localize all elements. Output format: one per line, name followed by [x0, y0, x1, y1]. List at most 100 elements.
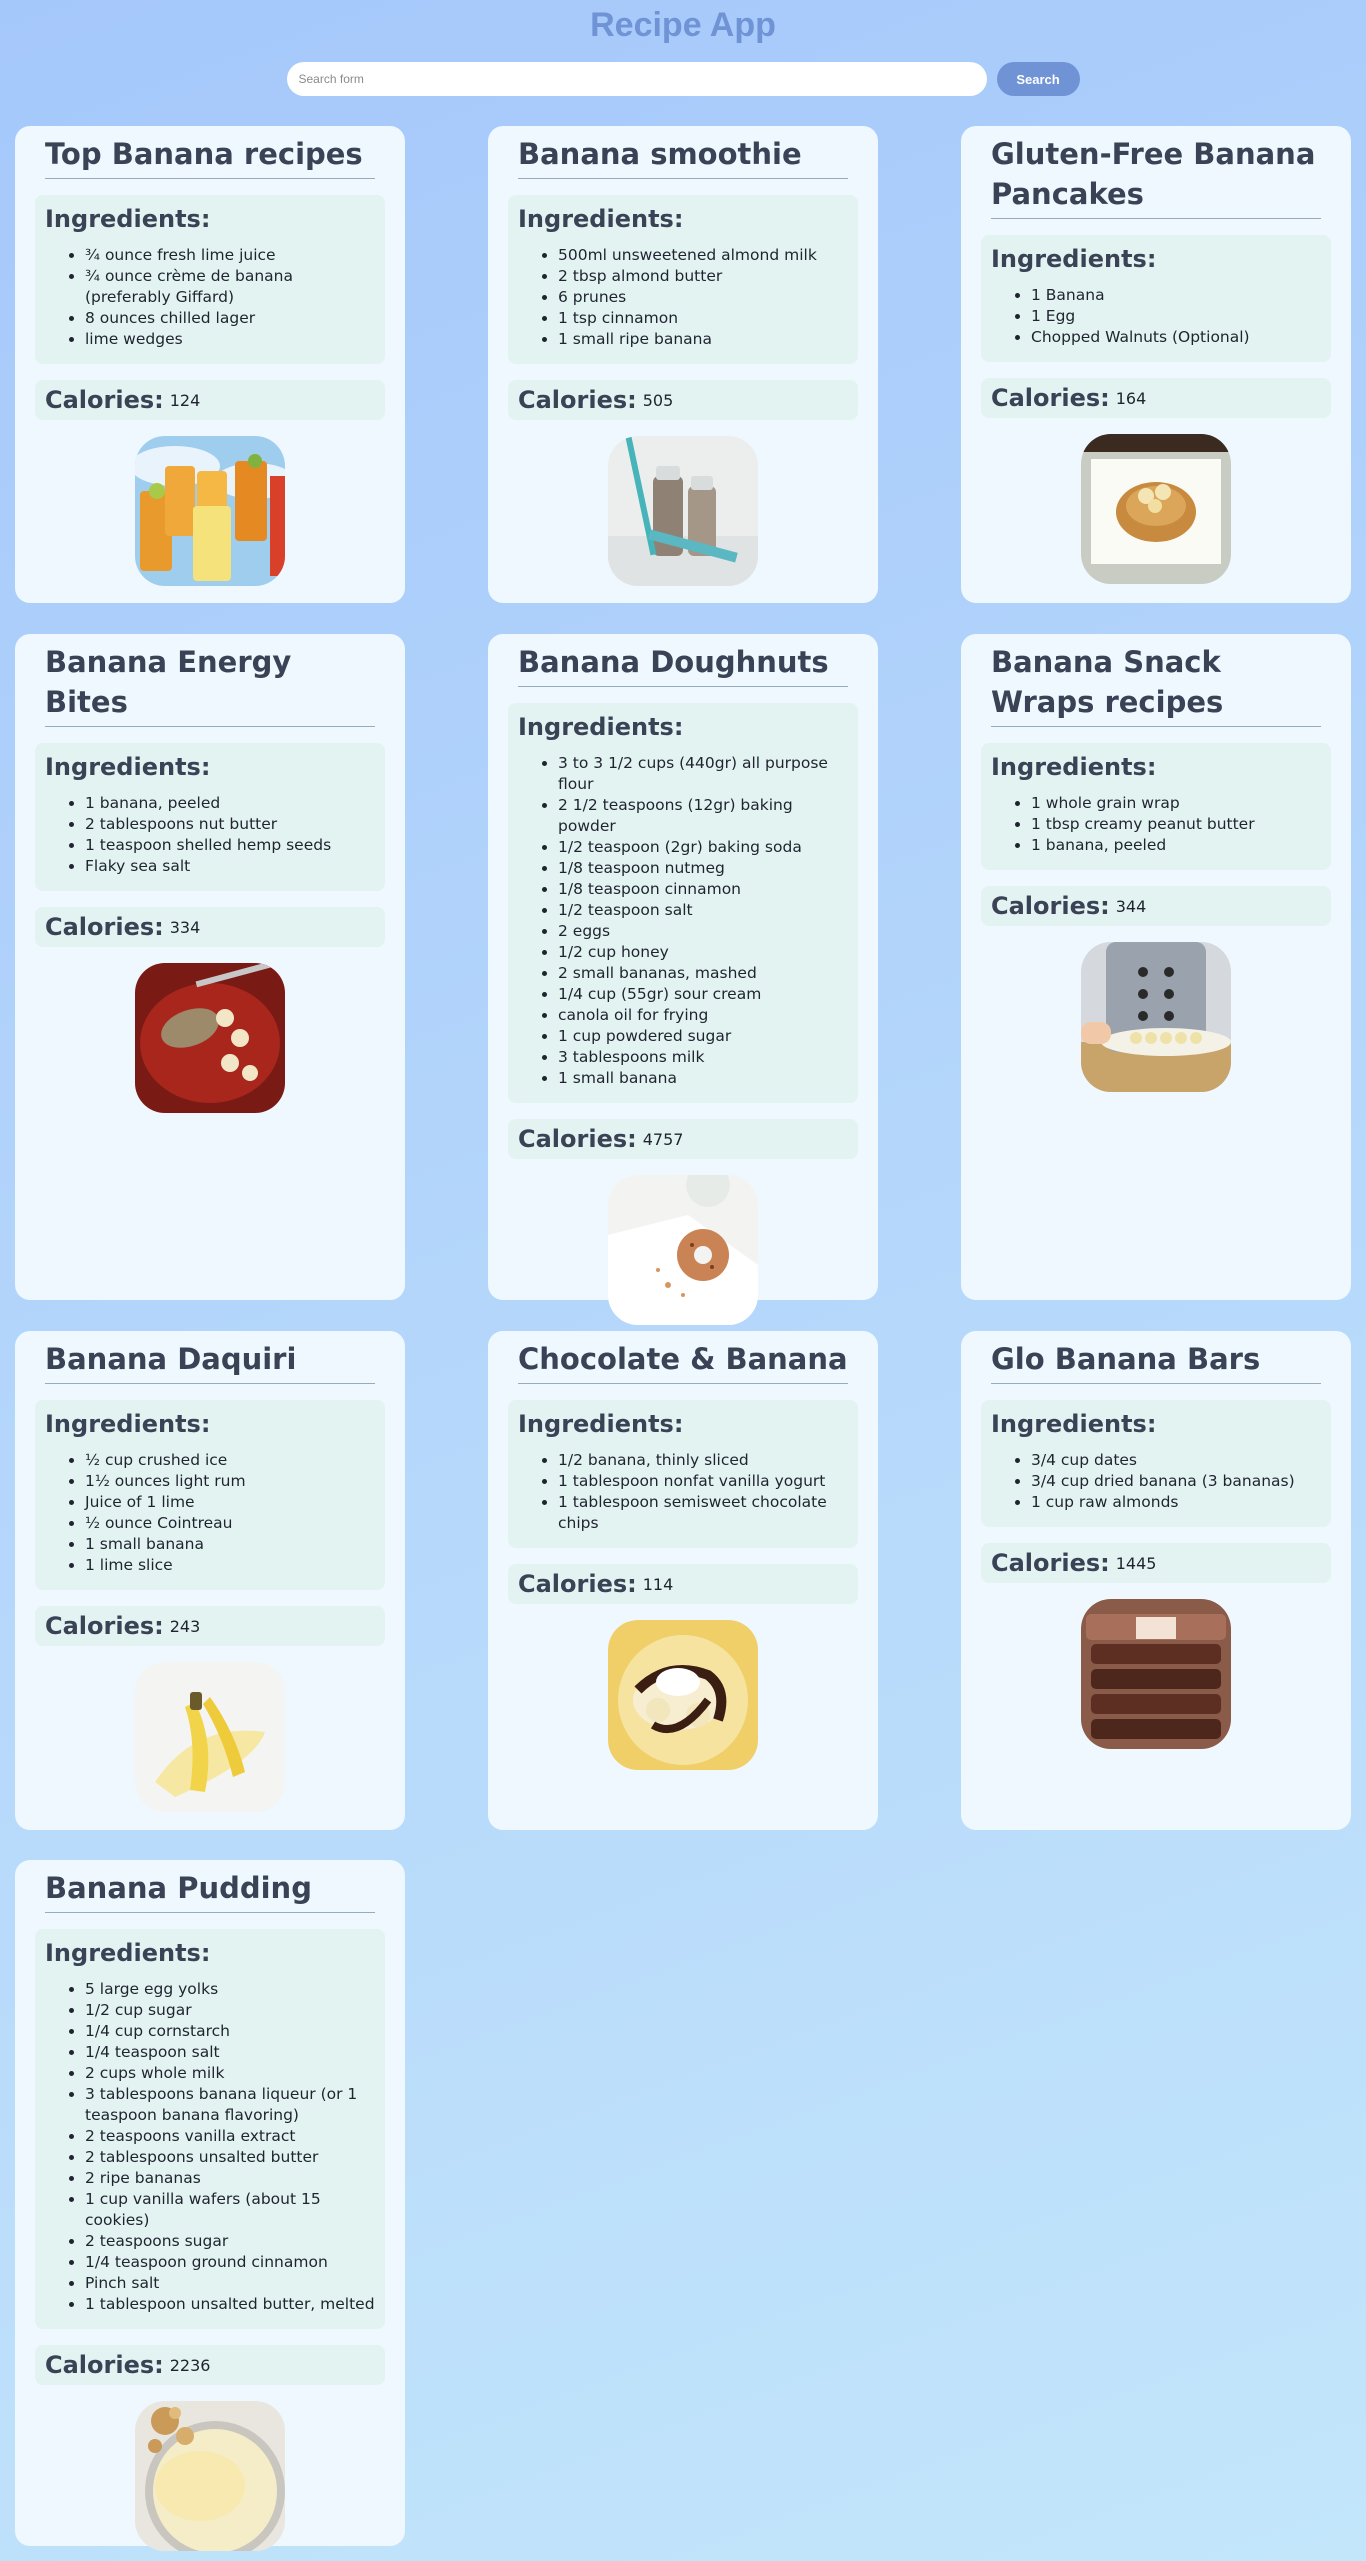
recipe-card: Gluten-Free Banana Pancakes Ingredients:… [961, 126, 1351, 603]
calories-value: 243 [169, 1616, 201, 1636]
ingredient-item: 1 tablespoon semisweet chocolate chips [558, 1492, 848, 1534]
ingredients-list: 5 large egg yolks 1/2 cup sugar 1/4 cup … [45, 1979, 375, 2315]
ingredient-item: 1 Banana [1031, 285, 1321, 306]
ingredient-item: 2 cups whole milk [85, 2063, 375, 2084]
ingredient-item: 1/8 teaspoon cinnamon [558, 879, 848, 900]
calories-value: 124 [169, 390, 201, 410]
ingredient-item: 3 to 3 1/2 cups (440gr) all purpose flou… [558, 753, 848, 795]
calories-label: Calories: [991, 384, 1110, 412]
ingredient-item: canola oil for frying [558, 1005, 848, 1026]
ingredients-list: ½ cup crushed ice 1½ ounces light rum Ju… [45, 1450, 375, 1576]
recipe-title: Banana Doughnuts [518, 642, 848, 687]
ingredient-item: 2 small bananas, mashed [558, 963, 848, 984]
ingredient-item: 1 tbsp creamy peanut butter [1031, 814, 1321, 835]
calories-value: 4757 [642, 1129, 684, 1149]
ingredient-item: 1 small ripe banana [558, 329, 848, 350]
ingredient-item: 8 ounces chilled lager [85, 308, 375, 329]
recipe-title: Glo Banana Bars [991, 1339, 1321, 1384]
ingredient-item: 3/4 cup dried banana (3 bananas) [1031, 1471, 1321, 1492]
recipe-image [608, 436, 758, 586]
ingredients-panel: Ingredients: 1 whole grain wrap 1 tbsp c… [981, 743, 1331, 870]
calories-panel: Calories: 344 [981, 886, 1331, 926]
ingredient-item: 1 banana, peeled [1031, 835, 1321, 856]
ingredients-panel: Ingredients: ¾ ounce fresh lime juice ¾ … [35, 195, 385, 364]
ingredients-heading: Ingredients: [45, 205, 211, 233]
recipe-card: Banana smoothie Ingredients: 500ml unswe… [488, 126, 878, 603]
recipe-image [1081, 1599, 1231, 1749]
calories-panel: Calories: 243 [35, 1606, 385, 1646]
calories-label: Calories: [518, 1125, 637, 1153]
calories-value: 164 [1115, 388, 1147, 408]
ingredient-item: 1 tsp cinnamon [558, 308, 848, 329]
recipe-image [1081, 434, 1231, 584]
ingredients-list: 3/4 cup dates 3/4 cup dried banana (3 ba… [991, 1450, 1321, 1513]
ingredients-panel: Ingredients: 5 large egg yolks 1/2 cup s… [35, 1929, 385, 2329]
calories-value: 344 [1115, 896, 1147, 916]
calories-panel: Calories: 164 [981, 378, 1331, 418]
calories-value: 505 [642, 390, 674, 410]
recipe-title: Top Banana recipes [45, 134, 375, 179]
search-bar: Search [0, 62, 1366, 96]
ingredient-item: 1½ ounces light rum [85, 1471, 375, 1492]
ingredient-item: 2 teaspoons vanilla extract [85, 2126, 375, 2147]
recipe-title: Banana Snack Wraps recipes [991, 642, 1321, 727]
ingredients-panel: Ingredients: ½ cup crushed ice 1½ ounces… [35, 1400, 385, 1590]
ingredient-item: ½ cup crushed ice [85, 1450, 375, 1471]
recipe-card: Chocolate & Banana Ingredients: 1/2 bana… [488, 1331, 878, 1830]
ingredient-item: ¾ ounce crème de banana (preferably Giff… [85, 266, 375, 308]
ingredients-panel: Ingredients: 3/4 cup dates 3/4 cup dried… [981, 1400, 1331, 1527]
recipe-card: Banana Energy Bites Ingredients: 1 banan… [15, 634, 405, 1300]
calories-label: Calories: [518, 386, 637, 414]
ingredient-item: 1/4 cup (55gr) sour cream [558, 984, 848, 1005]
recipe-image [1081, 942, 1231, 1092]
ingredient-item: 2 eggs [558, 921, 848, 942]
calories-panel: Calories: 2236 [35, 2345, 385, 2385]
ingredients-heading: Ingredients: [991, 753, 1157, 781]
recipe-card: Banana Snack Wraps recipes Ingredients: … [961, 634, 1351, 1300]
ingredients-list: 1 banana, peeled 2 tablespoons nut butte… [45, 793, 375, 877]
ingredients-list: ¾ ounce fresh lime juice ¾ ounce crème d… [45, 245, 375, 350]
ingredient-item: 1 banana, peeled [85, 793, 375, 814]
calories-label: Calories: [45, 1612, 164, 1640]
ingredients-heading: Ingredients: [518, 205, 684, 233]
recipe-card: Banana Doughnuts Ingredients: 3 to 3 1/2… [488, 634, 878, 1325]
calories-panel: Calories: 505 [508, 380, 858, 420]
ingredient-item: 1/2 banana, thinly sliced [558, 1450, 848, 1471]
ingredient-item: ½ ounce Cointreau [85, 1513, 375, 1534]
ingredient-item: 1/4 teaspoon salt [85, 2042, 375, 2063]
calories-value: 114 [642, 1574, 674, 1594]
ingredient-item: 1 whole grain wrap [1031, 793, 1321, 814]
ingredient-item: 1 cup powdered sugar [558, 1026, 848, 1047]
calories-label: Calories: [45, 386, 164, 414]
ingredient-item: 1/2 cup honey [558, 942, 848, 963]
recipe-image [608, 1175, 758, 1325]
ingredient-item: ¾ ounce fresh lime juice [85, 245, 375, 266]
search-input[interactable] [286, 62, 987, 96]
ingredients-heading: Ingredients: [991, 245, 1157, 273]
ingredient-item: 2 tablespoons unsalted butter [85, 2147, 375, 2168]
ingredient-item: 1/8 teaspoon nutmeg [558, 858, 848, 879]
ingredient-item: Flaky sea salt [85, 856, 375, 877]
ingredient-item: 1/2 teaspoon (2gr) baking soda [558, 837, 848, 858]
ingredient-item: 1 tablespoon nonfat vanilla yogurt [558, 1471, 848, 1492]
ingredients-heading: Ingredients: [45, 753, 211, 781]
ingredients-list: 3 to 3 1/2 cups (440gr) all purpose flou… [518, 753, 848, 1089]
ingredient-item: Juice of 1 lime [85, 1492, 375, 1513]
ingredient-item: 1 cup vanilla wafers (about 15 cookies) [85, 2189, 375, 2231]
ingredient-item: 1/2 cup sugar [85, 2000, 375, 2021]
recipe-card: Top Banana recipes Ingredients: ¾ ounce … [15, 126, 405, 603]
ingredients-heading: Ingredients: [45, 1939, 211, 1967]
ingredients-heading: Ingredients: [45, 1410, 211, 1438]
app-title: Recipe App [590, 6, 776, 44]
search-button[interactable]: Search [996, 62, 1080, 96]
ingredient-item: lime wedges [85, 329, 375, 350]
recipe-title: Banana Daquiri [45, 1339, 375, 1384]
ingredient-item: 3 tablespoons banana liqueur (or 1 teasp… [85, 2084, 375, 2126]
ingredient-item: 1/2 teaspoon salt [558, 900, 848, 921]
recipe-title: Chocolate & Banana [518, 1339, 848, 1384]
ingredient-item: 3/4 cup dates [1031, 1450, 1321, 1471]
calories-label: Calories: [991, 892, 1110, 920]
ingredient-item: 3 tablespoons milk [558, 1047, 848, 1068]
ingredients-panel: Ingredients: 1 Banana 1 Egg Chopped Waln… [981, 235, 1331, 362]
calories-panel: Calories: 1445 [981, 1543, 1331, 1583]
